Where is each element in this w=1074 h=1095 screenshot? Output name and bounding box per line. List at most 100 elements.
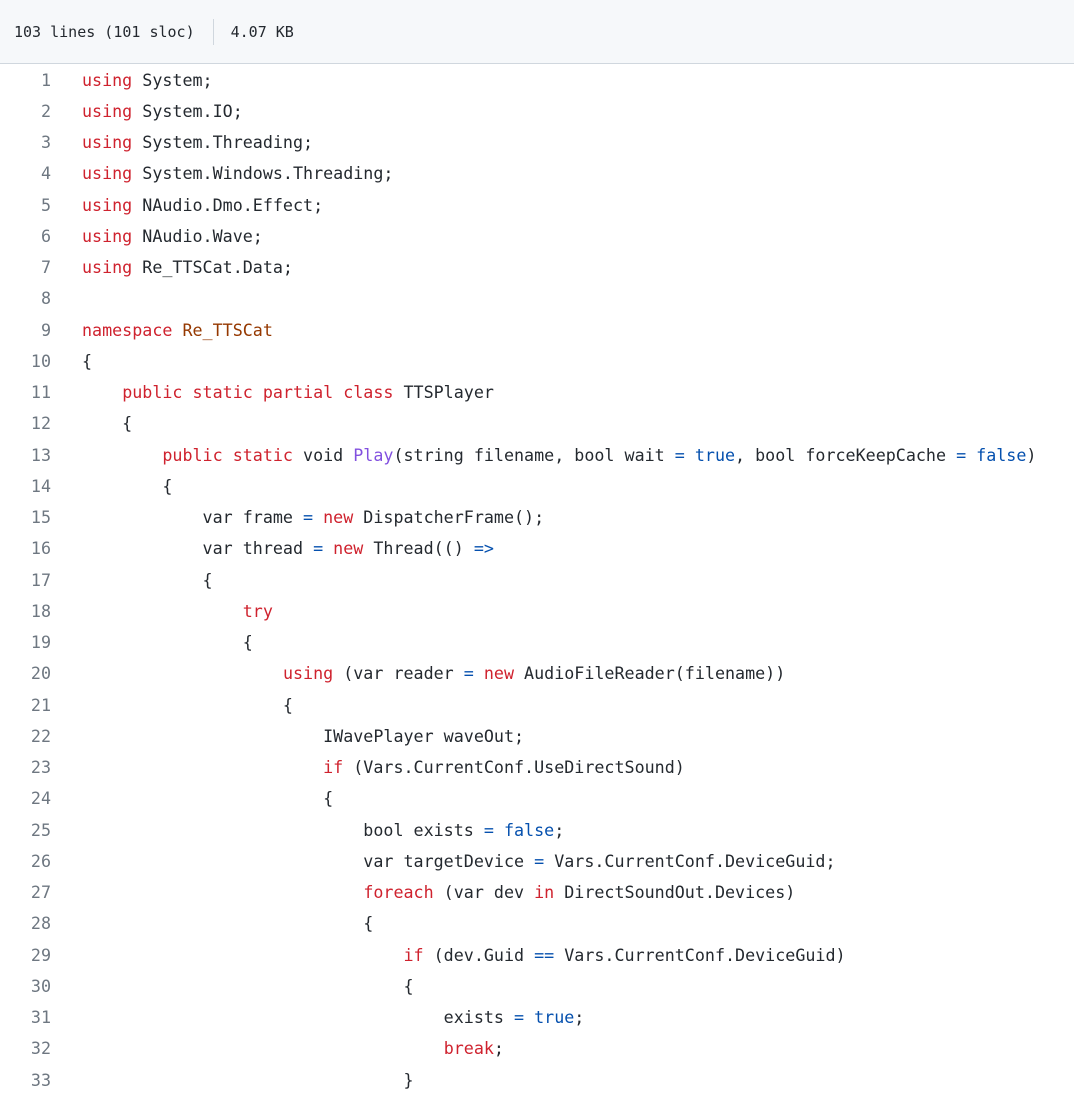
code-token: NAudio.Dmo.Effect; bbox=[132, 194, 324, 215]
line-number[interactable]: 6 bbox=[0, 226, 51, 246]
code-token: Vars.CurrentConf.DeviceGuid; bbox=[544, 850, 836, 871]
code-line: 1 using System; bbox=[0, 64, 1074, 95]
line-code: using (var reader = new AudioFileReader(… bbox=[51, 663, 785, 683]
code-token: public bbox=[122, 382, 183, 403]
line-number[interactable]: 1 bbox=[0, 70, 51, 90]
line-code: { bbox=[51, 632, 253, 652]
code-token: { bbox=[82, 413, 133, 434]
line-number[interactable]: 24 bbox=[0, 788, 51, 808]
line-number[interactable]: 28 bbox=[0, 913, 51, 933]
line-number[interactable]: 23 bbox=[0, 757, 51, 777]
code-token: in bbox=[534, 882, 555, 903]
line-code: { bbox=[51, 351, 92, 371]
code-line: 15 var frame = new DispatcherFrame(); bbox=[0, 502, 1074, 533]
line-code: { bbox=[51, 913, 373, 933]
line-number[interactable]: 26 bbox=[0, 851, 51, 871]
line-number[interactable]: 25 bbox=[0, 820, 51, 840]
line-number[interactable]: 8 bbox=[0, 288, 51, 308]
code-token: { bbox=[82, 975, 414, 996]
line-number[interactable]: 16 bbox=[0, 538, 51, 558]
code-token: Thread(() bbox=[363, 538, 474, 559]
code-token: => bbox=[473, 538, 494, 559]
code-line: 27 foreach (var dev in DirectSoundOut.De… bbox=[0, 877, 1074, 908]
line-number[interactable]: 10 bbox=[0, 351, 51, 371]
line-number[interactable]: 27 bbox=[0, 882, 51, 902]
line-number[interactable]: 2 bbox=[0, 101, 51, 121]
line-code: using System.Windows.Threading; bbox=[51, 163, 393, 183]
line-number[interactable]: 21 bbox=[0, 695, 51, 715]
line-number[interactable]: 31 bbox=[0, 1007, 51, 1027]
code-line: 33 } bbox=[0, 1064, 1074, 1095]
code-token: bool exists bbox=[82, 819, 484, 840]
code-token: using bbox=[82, 163, 133, 184]
code-line: 5 using NAudio.Dmo.Effect; bbox=[0, 189, 1074, 220]
file-info-bar: 103 lines (101 sloc) 4.07 KB bbox=[0, 0, 1074, 64]
code-token: = bbox=[483, 819, 494, 840]
code-token: { bbox=[82, 475, 173, 496]
line-number[interactable]: 7 bbox=[0, 257, 51, 277]
line-number[interactable]: 11 bbox=[0, 382, 51, 402]
line-code: } bbox=[51, 1070, 413, 1090]
line-number[interactable]: 19 bbox=[0, 632, 51, 652]
code-token: using bbox=[82, 132, 133, 153]
code-token: , bool forceKeepCache bbox=[735, 444, 957, 465]
line-code: { bbox=[51, 476, 172, 496]
line-number[interactable]: 3 bbox=[0, 132, 51, 152]
code-line: 28 { bbox=[0, 908, 1074, 939]
line-number[interactable]: 20 bbox=[0, 663, 51, 683]
line-number[interactable]: 22 bbox=[0, 726, 51, 746]
line-number[interactable]: 15 bbox=[0, 507, 51, 527]
line-number[interactable]: 4 bbox=[0, 163, 51, 183]
code-token: partial bbox=[262, 382, 334, 403]
code-token: TTSPlayer bbox=[393, 382, 494, 403]
code-token: DirectSoundOut.Devices) bbox=[554, 882, 796, 903]
code-token: (Vars.CurrentConf.UseDirectSound) bbox=[343, 757, 685, 778]
code-line: 26 var targetDevice = Vars.CurrentConf.D… bbox=[0, 845, 1074, 876]
line-number[interactable]: 29 bbox=[0, 945, 51, 965]
line-number[interactable]: 33 bbox=[0, 1070, 51, 1090]
line-code: var targetDevice = Vars.CurrentConf.Devi… bbox=[51, 850, 836, 871]
line-number[interactable]: 32 bbox=[0, 1038, 51, 1058]
code-token: var targetDevice bbox=[82, 850, 535, 871]
code-token: using bbox=[82, 69, 133, 90]
divider bbox=[212, 18, 214, 45]
line-count: 103 lines (101 sloc) bbox=[14, 22, 195, 41]
code-token: ; bbox=[493, 1038, 504, 1059]
line-number[interactable]: 17 bbox=[0, 570, 51, 590]
code-token: (dev.Guid bbox=[423, 944, 535, 965]
line-number[interactable]: 30 bbox=[0, 976, 51, 996]
code-line: 30 { bbox=[0, 970, 1074, 1001]
line-number[interactable]: 9 bbox=[0, 320, 51, 340]
code-token: ; bbox=[574, 1007, 585, 1028]
code-token: AudioFileReader(filename)) bbox=[514, 663, 786, 684]
code-token: if bbox=[403, 944, 424, 965]
code-line: 3 using System.Threading; bbox=[0, 127, 1074, 158]
code-line: 13 public static void Play(string filena… bbox=[0, 439, 1074, 470]
code-token: static bbox=[232, 444, 293, 465]
line-number[interactable]: 14 bbox=[0, 476, 51, 496]
code-token: = bbox=[463, 663, 474, 684]
code-line: 2 using System.IO; bbox=[0, 95, 1074, 126]
code-line: 9 namespace Re_TTSCat bbox=[0, 314, 1074, 345]
line-code: using NAudio.Dmo.Effect; bbox=[51, 195, 323, 215]
line-number[interactable]: 12 bbox=[0, 413, 51, 433]
line-number[interactable]: 5 bbox=[0, 195, 51, 215]
code-token: = bbox=[674, 444, 685, 465]
line-number[interactable]: 13 bbox=[0, 445, 51, 465]
code-line: 8 bbox=[0, 283, 1074, 314]
code-token: using bbox=[82, 257, 133, 278]
line-code: exists = true; bbox=[51, 1007, 585, 1028]
line-code: { bbox=[51, 975, 414, 996]
code-token: System.Threading; bbox=[132, 132, 314, 153]
code-token: (var dev bbox=[433, 882, 535, 903]
line-number[interactable]: 18 bbox=[0, 601, 51, 621]
code-token: Play bbox=[353, 444, 394, 465]
